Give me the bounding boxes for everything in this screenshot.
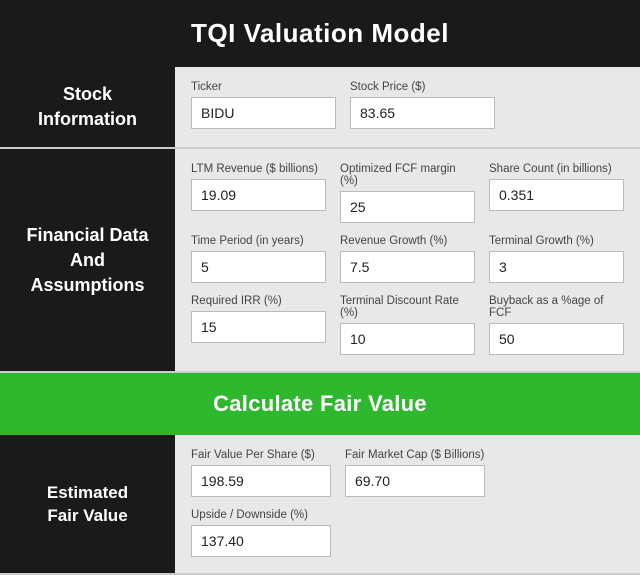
stock-section-content: Ticker Stock Price ($) (175, 67, 640, 147)
ticker-input[interactable] (191, 97, 336, 129)
terminal-growth-group: Terminal Growth (%) (489, 235, 624, 283)
optimized-fcf-label: Optimized FCF margin (%) (340, 163, 475, 187)
terminal-growth-label: Terminal Growth (%) (489, 235, 624, 247)
financial-section-label: Financial DataAndAssumptions (0, 149, 175, 371)
stock-price-label: Stock Price ($) (350, 81, 495, 93)
terminal-discount-group: Terminal Discount Rate (%) (340, 295, 475, 355)
result-section-content: Fair Value Per Share ($) Fair Market Cap… (175, 435, 640, 573)
stock-section-label: StockInformation (0, 67, 175, 147)
buyback-label: Buyback as a %age of FCF (489, 295, 624, 319)
ltm-revenue-label: LTM Revenue ($ billions) (191, 163, 326, 175)
time-period-label: Time Period (in years) (191, 235, 326, 247)
app-header: TQI Valuation Model (0, 0, 640, 67)
ltm-revenue-input[interactable] (191, 179, 326, 211)
financial-section-content: LTM Revenue ($ billions) Optimized FCF m… (175, 149, 640, 371)
required-irr-input[interactable] (191, 311, 326, 343)
fair-value-per-share-label: Fair Value Per Share ($) (191, 449, 331, 461)
buyback-input[interactable] (489, 323, 624, 355)
fair-market-cap-input[interactable] (345, 465, 485, 497)
financial-section: Financial DataAndAssumptions LTM Revenue… (0, 149, 640, 373)
ticker-group: Ticker (191, 81, 336, 129)
fair-value-per-share-input[interactable] (191, 465, 331, 497)
upside-downside-label: Upside / Downside (%) (191, 509, 331, 521)
fair-market-cap-label: Fair Market Cap ($ Billions) (345, 449, 485, 461)
upside-downside-input[interactable] (191, 525, 331, 557)
revenue-growth-group: Revenue Growth (%) (340, 235, 475, 283)
ltm-revenue-group: LTM Revenue ($ billions) (191, 163, 326, 223)
terminal-growth-input[interactable] (489, 251, 624, 283)
revenue-growth-label: Revenue Growth (%) (340, 235, 475, 247)
optimized-fcf-input[interactable] (340, 191, 475, 223)
share-count-input[interactable] (489, 179, 624, 211)
upside-downside-group: Upside / Downside (%) (191, 509, 331, 557)
required-irr-group: Required IRR (%) (191, 295, 326, 355)
optimized-fcf-group: Optimized FCF margin (%) (340, 163, 475, 223)
revenue-growth-input[interactable] (340, 251, 475, 283)
result-section: EstimatedFair Value Fair Value Per Share… (0, 435, 640, 575)
calculate-row: Calculate Fair Value (0, 373, 640, 435)
time-period-group: Time Period (in years) (191, 235, 326, 283)
fair-value-per-share-group: Fair Value Per Share ($) (191, 449, 331, 497)
buyback-group: Buyback as a %age of FCF (489, 295, 624, 355)
calculate-button[interactable]: Calculate Fair Value (10, 391, 630, 417)
share-count-group: Share Count (in billions) (489, 163, 624, 223)
ticker-label: Ticker (191, 81, 336, 93)
fair-market-cap-group: Fair Market Cap ($ Billions) (345, 449, 485, 497)
share-count-label: Share Count (in billions) (489, 163, 624, 175)
stock-price-input[interactable] (350, 97, 495, 129)
stock-section: StockInformation Ticker Stock Price ($) (0, 67, 640, 149)
terminal-discount-input[interactable] (340, 323, 475, 355)
stock-price-group: Stock Price ($) (350, 81, 495, 129)
required-irr-label: Required IRR (%) (191, 295, 326, 307)
result-section-label: EstimatedFair Value (0, 435, 175, 573)
terminal-discount-label: Terminal Discount Rate (%) (340, 295, 475, 319)
time-period-input[interactable] (191, 251, 326, 283)
